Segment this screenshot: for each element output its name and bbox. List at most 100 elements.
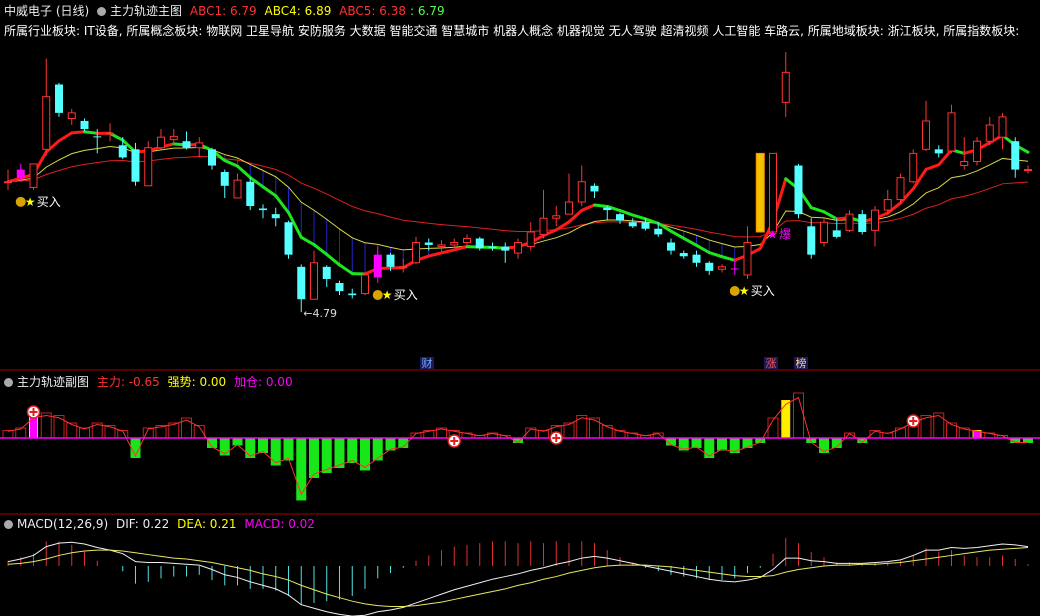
trend-line-segment — [70, 130, 86, 135]
main-force-bar — [104, 425, 116, 439]
trend-line-segment — [261, 185, 278, 198]
macd-header: MACD(12,26,9) DIF: 0.22 DEA: 0.21 MACD: … — [4, 517, 319, 531]
macd-name[interactable]: MACD(12,26,9) — [17, 517, 108, 531]
candle-body — [475, 238, 484, 249]
abc5b-value: : 6.79 — [410, 4, 445, 18]
candle-body — [463, 237, 471, 244]
candle-body — [896, 177, 905, 201]
candle-body — [322, 266, 331, 279]
candle-body — [42, 96, 51, 150]
candle-body — [590, 185, 599, 192]
trend-line-segment — [236, 164, 252, 180]
candle-body — [246, 181, 255, 207]
candle-body — [310, 262, 318, 300]
candle-body — [679, 253, 688, 257]
candle-body — [67, 112, 76, 120]
buy-label: 买入 — [394, 288, 418, 302]
main-force-bar — [781, 400, 791, 439]
main-force-bar — [347, 438, 358, 463]
candle-body — [769, 152, 777, 233]
candle-body — [871, 209, 879, 231]
main-force-bar — [219, 438, 230, 456]
candle-body — [437, 244, 446, 248]
trend-line-segment — [299, 235, 316, 247]
abc1-value: ABC1: 6.79 — [189, 4, 257, 18]
low-price-label: ←4.79 — [303, 307, 337, 320]
burst-label: 爆 — [779, 227, 791, 241]
candle-body — [539, 217, 548, 235]
candle-body — [361, 274, 369, 295]
candle-body — [1011, 141, 1020, 170]
trend-line-segment — [720, 255, 737, 262]
candle-body — [208, 149, 216, 166]
event-cai-label: 财 — [422, 356, 433, 370]
candle-body — [297, 266, 306, 300]
main-force-bar — [283, 438, 294, 461]
main-force-bar — [40, 412, 52, 439]
candle-body — [93, 136, 102, 138]
candle-body — [730, 268, 739, 270]
main-force-bar — [309, 438, 319, 478]
gear-icon[interactable] — [4, 378, 13, 387]
main-force-bar — [601, 425, 613, 439]
candle-body — [450, 242, 459, 246]
event-zhang-label: 涨 — [766, 357, 777, 370]
candle-body — [399, 266, 408, 269]
candle-body — [705, 262, 714, 271]
candle-body — [1024, 169, 1032, 172]
trend-line-segment — [631, 213, 647, 221]
trend-line-segment — [809, 206, 826, 214]
candle-body — [386, 254, 395, 267]
candle-body — [271, 214, 280, 219]
trend-line-segment — [695, 243, 711, 255]
candle-body — [820, 221, 828, 244]
candle-body — [131, 149, 140, 182]
candle-body — [922, 120, 930, 150]
candle-body — [641, 222, 650, 229]
candle-body — [4, 181, 12, 184]
candle-body — [743, 242, 752, 276]
candle-body — [718, 266, 726, 270]
main-force-bar — [372, 438, 383, 461]
gear-icon[interactable] — [4, 520, 13, 529]
star-icon: ★ — [739, 284, 750, 298]
candle-body — [552, 215, 561, 219]
candle-body — [259, 208, 267, 211]
trend-line-segment — [223, 159, 239, 168]
candle-body — [947, 112, 956, 152]
candle-body — [182, 141, 191, 148]
candle-body — [577, 181, 586, 203]
trend-line-segment — [580, 203, 596, 212]
sector-line: 所属行业板块: IT设备, 所属概念板块: 物联网 卫星导航 安防服务 大数据 … — [4, 24, 1020, 38]
candle-body — [514, 242, 522, 254]
candle-body — [169, 135, 178, 141]
candle-body — [488, 246, 497, 249]
candle-body — [335, 283, 344, 292]
trend-line-segment — [707, 251, 724, 259]
main-force-panel — [0, 392, 1040, 501]
trend-line-segment — [682, 236, 698, 247]
main-force-line — [7, 396, 1028, 496]
indicator-name[interactable]: 主力轨迹主图 — [110, 4, 182, 18]
candle-body — [692, 254, 701, 263]
sub-header: 主力轨迹副图 主力: -0.65 强势: 0.00 加仓: 0.00 — [4, 375, 297, 389]
event-bang-label: 榜 — [796, 356, 807, 370]
candle-body — [794, 165, 803, 215]
jiacang-value: 加仓: 0.00 — [234, 375, 293, 389]
candle-body — [144, 147, 153, 187]
candle-body — [80, 120, 89, 130]
candle-body — [603, 207, 612, 211]
sub-indicator-name[interactable]: 主力轨迹副图 — [17, 375, 89, 389]
macd-panel — [7, 537, 1029, 616]
candle-body — [845, 213, 854, 231]
candle-body — [348, 293, 357, 296]
main-force-bar — [2, 430, 14, 439]
main-force-bar — [296, 438, 307, 501]
candle-body — [781, 71, 790, 103]
main-force-bar — [258, 438, 268, 453]
gear-icon[interactable] — [97, 7, 107, 16]
trend-line-segment — [57, 131, 74, 143]
candle-body — [373, 254, 382, 278]
stock-name: 中威电子 (日线) — [4, 4, 90, 18]
abc5-value: ABC5: 6.38 — [339, 4, 406, 18]
